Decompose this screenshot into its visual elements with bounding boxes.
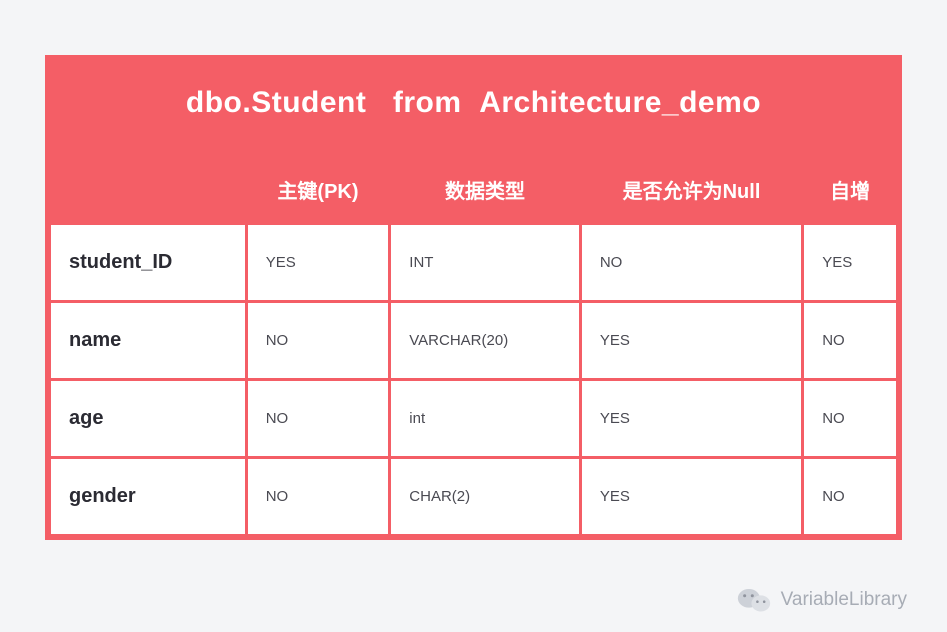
- cell-nullable: YES: [582, 303, 801, 378]
- header-row: 主键(PK) 数据类型 是否允许为Null 自增: [51, 157, 896, 222]
- cell-pk: YES: [248, 225, 389, 300]
- schema-table: 主键(PK) 数据类型 是否允许为Null 自增 student_ID YES …: [48, 154, 899, 537]
- table-row: gender NO CHAR(2) YES NO: [51, 459, 896, 534]
- col-header-pk: 主键(PK): [248, 157, 389, 222]
- row-field-name: student_ID: [51, 225, 245, 300]
- cell-autoinc: YES: [804, 225, 896, 300]
- cell-autoinc: NO: [804, 459, 896, 534]
- cell-pk: NO: [248, 459, 389, 534]
- cell-datatype: VARCHAR(20): [391, 303, 579, 378]
- cell-nullable: YES: [582, 381, 801, 456]
- row-field-name: gender: [51, 459, 245, 534]
- cell-autoinc: NO: [804, 303, 896, 378]
- cell-nullable: NO: [582, 225, 801, 300]
- cell-datatype: INT: [391, 225, 579, 300]
- col-header-autoinc: 自增: [804, 157, 896, 222]
- row-field-name: name: [51, 303, 245, 378]
- col-header-datatype: 数据类型: [391, 157, 579, 222]
- watermark-text: VariableLibrary: [781, 589, 907, 611]
- schema-table-container: dbo.Student from Architecture_demo 主键(PK…: [45, 55, 902, 540]
- col-header-nullable: 是否允许为Null: [582, 157, 801, 222]
- cell-datatype: int: [391, 381, 579, 456]
- cell-autoinc: NO: [804, 381, 896, 456]
- cell-datatype: CHAR(2): [391, 459, 579, 534]
- table-row: student_ID YES INT NO YES: [51, 225, 896, 300]
- header-blank: [51, 157, 245, 222]
- cell-pk: NO: [248, 303, 389, 378]
- table-title: dbo.Student from Architecture_demo: [48, 58, 899, 154]
- table-row: age NO int YES NO: [51, 381, 896, 456]
- wechat-icon: [737, 586, 771, 614]
- cell-nullable: YES: [582, 459, 801, 534]
- cell-pk: NO: [248, 381, 389, 456]
- row-field-name: age: [51, 381, 245, 456]
- watermark: VariableLibrary: [737, 586, 907, 614]
- table-row: name NO VARCHAR(20) YES NO: [51, 303, 896, 378]
